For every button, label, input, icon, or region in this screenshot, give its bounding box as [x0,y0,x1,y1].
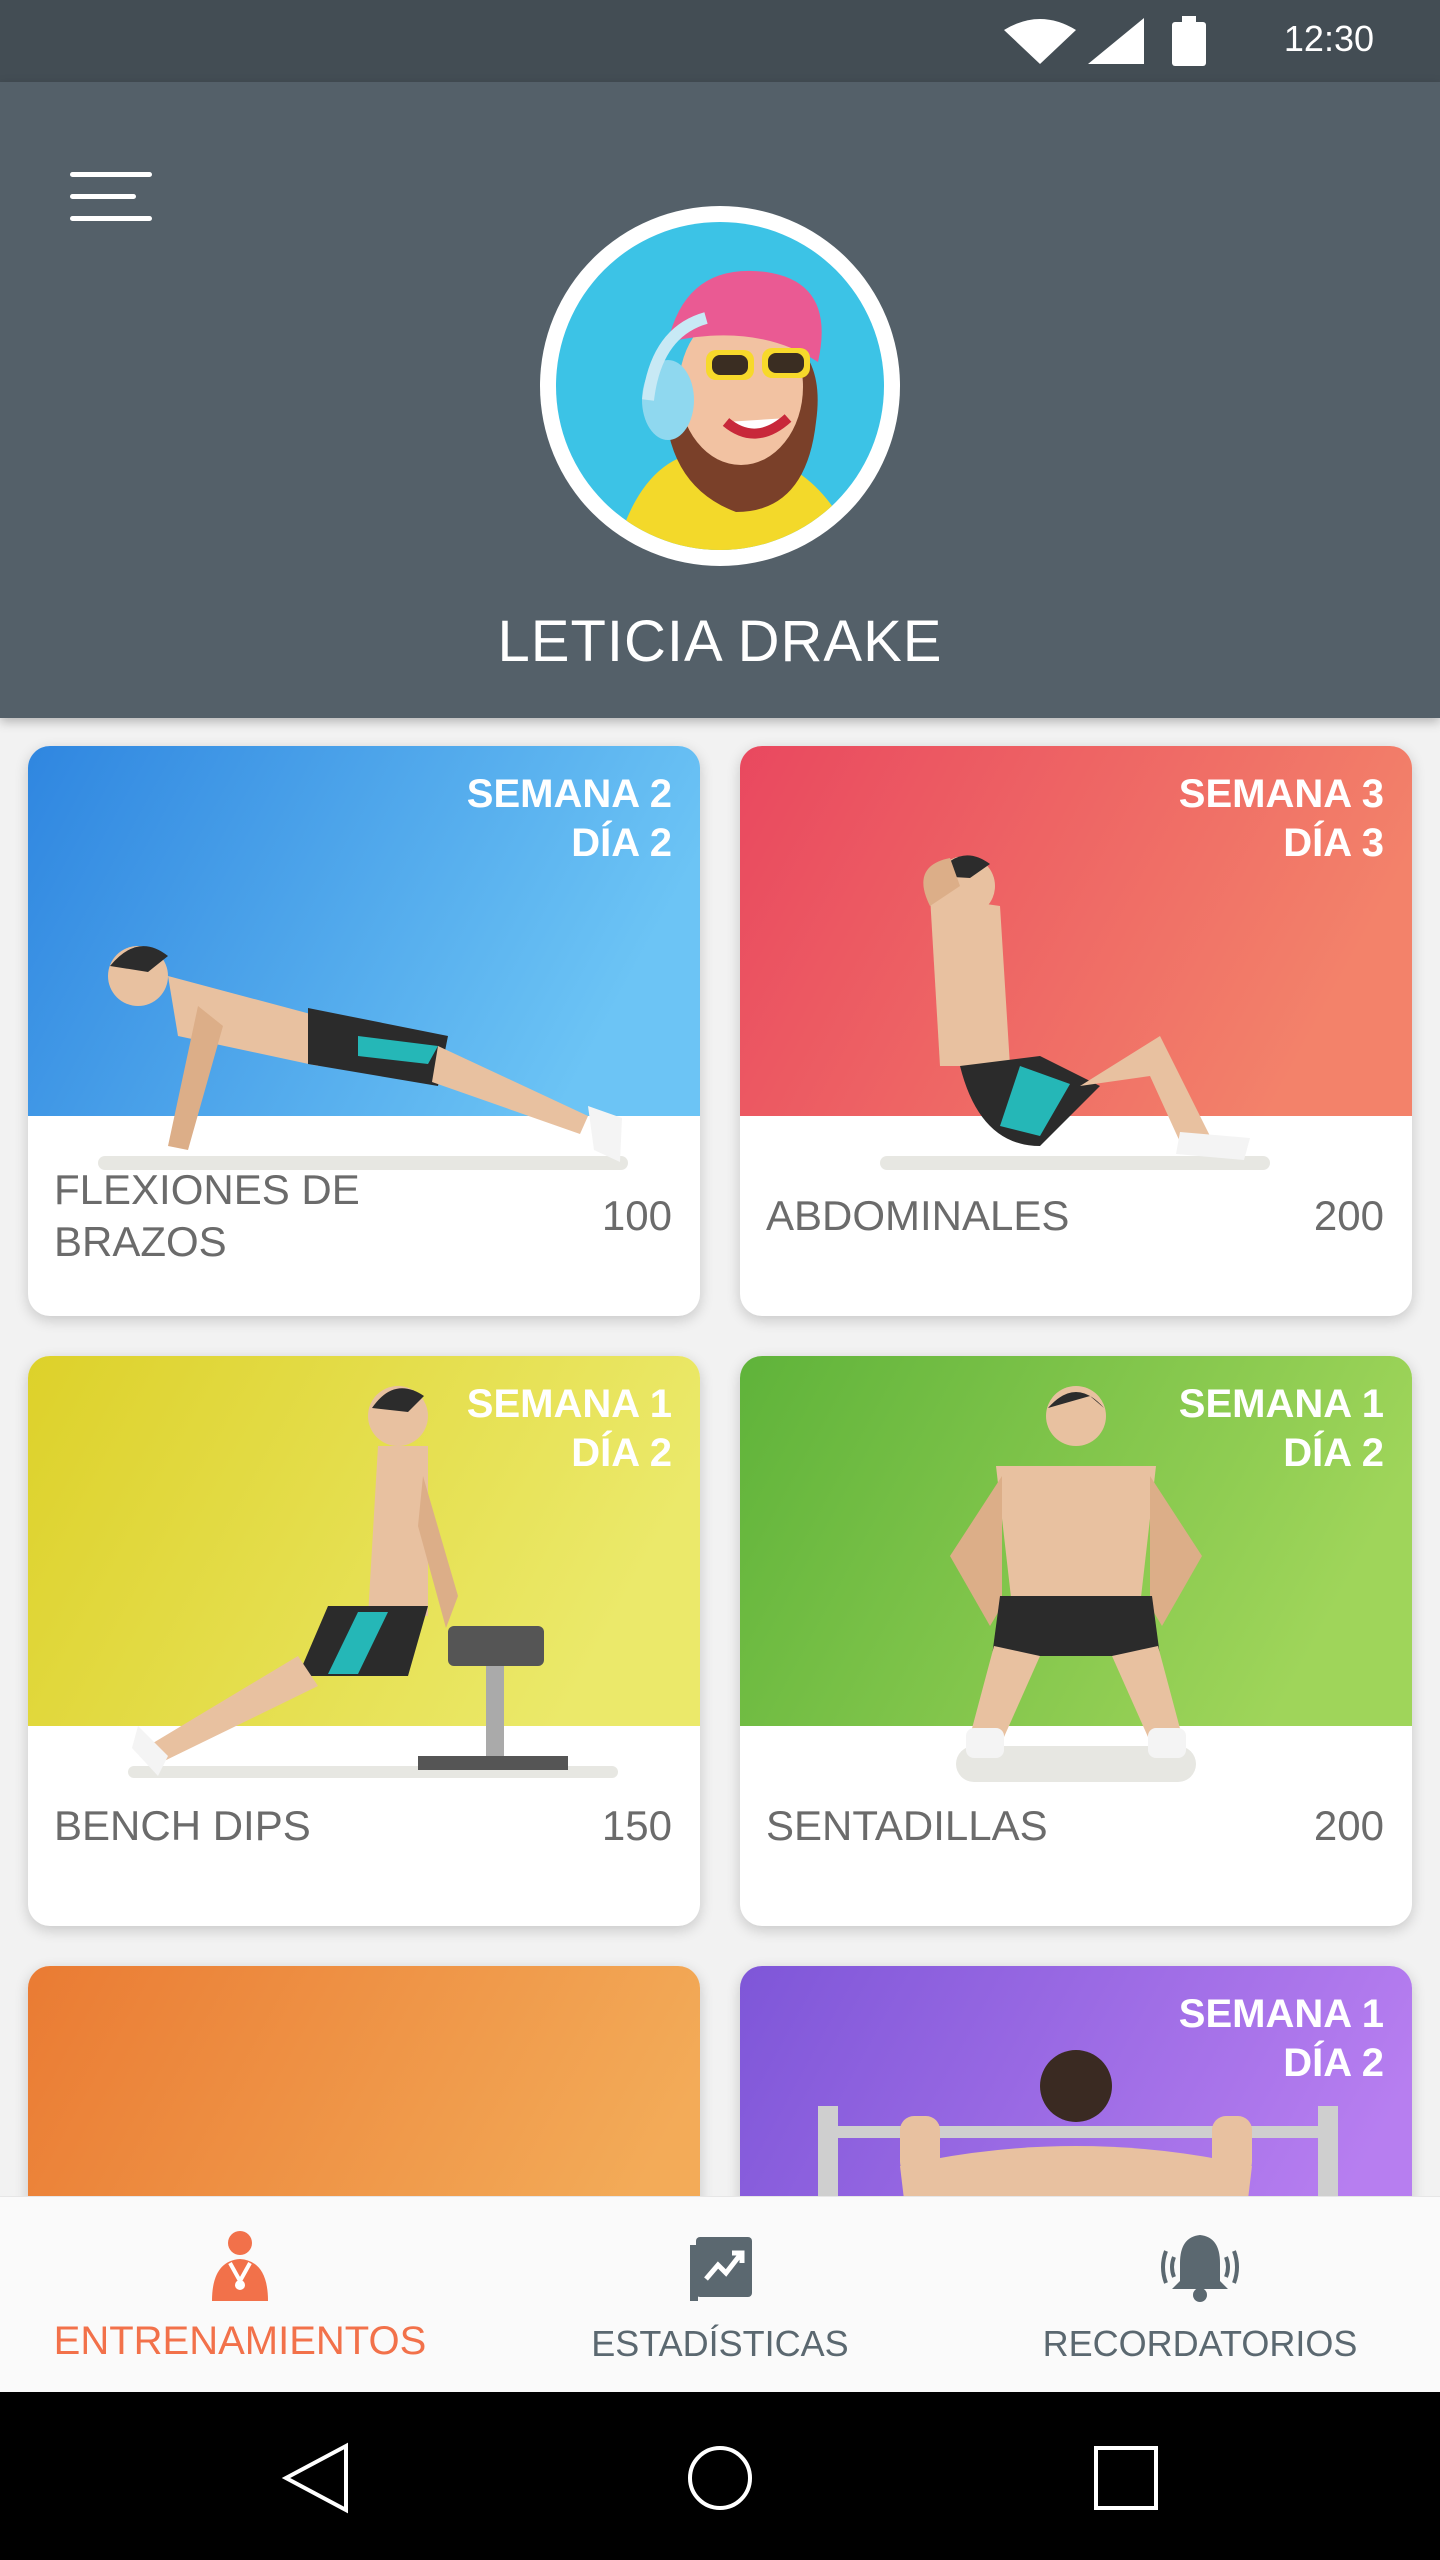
progress-badge: SEMANA 3 DÍA 3 [1178,772,1384,865]
card-footer: BENCH DIPS 150 [28,1726,700,1926]
nav-item-stats[interactable]: ESTADÍSTICAS [480,2197,960,2393]
workout-name: ABDOMINALES [766,1192,1070,1239]
workout-card-bench-dips[interactable]: SEMANA 1 DÍA 2 BENCH DIPS 150 [28,1356,700,1926]
menu-icon[interactable] [62,162,158,232]
user-name: LETICIA DRAKE [497,609,943,674]
workout-name: FLEXIONES DE BRAZOS [54,1166,360,1265]
nav-label: ESTADÍSTICAS [591,2323,849,2364]
workout-card-pull-ups[interactable]: SEMANA 1 DÍA 2 [740,1966,1412,2196]
card-footer: ABDOMINALES 200 [740,1116,1412,1316]
system-navigation-bar [0,2392,1440,2560]
home-icon[interactable] [684,2442,756,2514]
workout-count: 100 [601,1192,672,1239]
card-footer: FLEXIONES DE BRAZOS 100 [28,1116,700,1316]
battery-icon [1172,16,1206,66]
nav-item-workouts[interactable]: ENTRENAMIENTOS [0,2197,480,2393]
avatar-photo [556,222,884,550]
progress-badge: SEMANA 1 DÍA 2 [1178,1992,1384,2085]
workout-count: 200 [1313,1192,1384,1239]
status-time: 12:30 [1283,18,1374,59]
stats-icon [690,2237,752,2301]
nav-label: ENTRENAMIENTOS [53,2319,427,2363]
wifi-icon [1004,19,1076,64]
workout-name: SENTADILLAS [766,1802,1048,1849]
workout-name: BENCH DIPS [54,1802,311,1849]
workout-card-squats[interactable]: SEMANA 1 DÍA 2 SENTADILLAS 200 [740,1356,1412,1926]
trainer-icon [212,2231,268,2301]
card-footer: SENTADILLAS 200 [740,1726,1412,1926]
recents-icon[interactable] [1090,2442,1162,2514]
bottom-navigation: ENTRENAMIENTOS ESTADÍSTICAS RECORDATORIO… [0,2196,1440,2392]
status-bar: 12:30 [0,0,1440,82]
bell-icon [1161,2235,1239,2302]
progress-badge: SEMANA 2 DÍA 2 [466,772,672,865]
profile-header: LETICIA DRAKE [0,82,1440,718]
progress-badge: SEMANA 1 DÍA 2 [466,1382,672,1475]
status-icons [1004,16,1206,66]
progress-badge: SEMANA 1 DÍA 2 [1178,1382,1384,1475]
workout-illustration [28,1966,700,2196]
nav-item-reminders[interactable]: RECORDATORIOS [960,2197,1440,2393]
workout-grid: SEMANA 2 DÍA 2 FLEXIONES DE BRAZOS 100 S… [0,718,1440,2196]
nav-label: RECORDATORIOS [1042,2323,1358,2364]
signal-icon [1088,18,1144,64]
workout-card-5[interactable] [28,1966,700,2196]
workout-count: 200 [1313,1802,1384,1849]
back-icon[interactable] [280,2442,352,2514]
avatar[interactable] [540,206,900,566]
workout-count: 150 [601,1802,672,1849]
workout-card-push-ups[interactable]: SEMANA 2 DÍA 2 FLEXIONES DE BRAZOS 100 [28,746,700,1316]
workout-card-abs[interactable]: SEMANA 3 DÍA 3 ABDOMINALES 200 [740,746,1412,1316]
